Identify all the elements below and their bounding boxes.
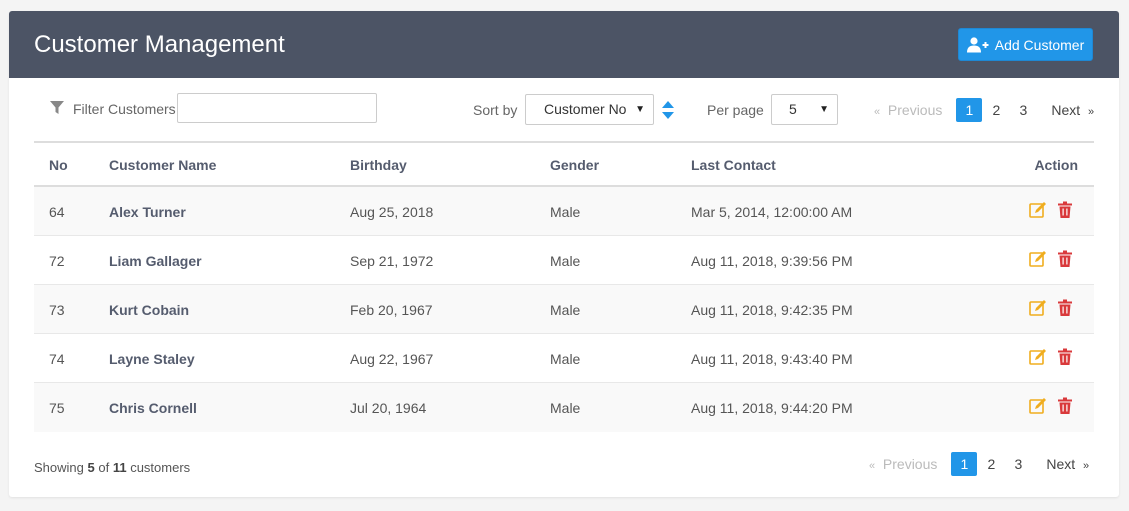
cell-no: 64 <box>49 204 65 220</box>
row-actions <box>1029 299 1074 317</box>
page-1-button[interactable]: 1 <box>956 98 983 122</box>
next-page-button[interactable]: Next » <box>1046 456 1089 472</box>
cell-name: Layne Staley <box>109 351 195 367</box>
trash-icon[interactable] <box>1056 397 1074 415</box>
sort-select-value: Customer No <box>544 101 627 117</box>
page-2-button[interactable]: 2 <box>983 98 1009 122</box>
cell-no: 73 <box>49 302 65 318</box>
column-header-gender[interactable]: Gender <box>550 157 599 173</box>
cell-name: Alex Turner <box>109 204 186 220</box>
add-customer-button[interactable]: Add Customer <box>958 28 1093 61</box>
page-title: Customer Management <box>34 31 285 58</box>
per-page-select[interactable]: 5 ▼ <box>771 94 838 125</box>
page-1-button[interactable]: 1 <box>951 452 978 476</box>
edit-icon[interactable] <box>1029 250 1047 268</box>
customer-table: No Customer Name Birthday Gender Last Co… <box>34 141 1094 432</box>
cell-name: Kurt Cobain <box>109 302 190 318</box>
per-page-label: Per page <box>707 102 764 118</box>
cell-birthday: Sep 21, 1972 <box>350 253 434 269</box>
table-row: 72 Liam Gallager Sep 21, 1972 Male Aug 1… <box>34 236 1094 285</box>
previous-page-button[interactable]: « Previous <box>869 456 937 472</box>
cell-birthday: Aug 25, 2018 <box>350 204 434 220</box>
trash-icon[interactable] <box>1056 299 1074 317</box>
filter-icon <box>50 101 64 114</box>
cell-no: 72 <box>49 253 65 269</box>
showing-count: Showing 5 of 11 customers <box>34 460 191 475</box>
cell-name: Chris Cornell <box>109 400 197 416</box>
cell-gender: Male <box>550 253 581 269</box>
pagination-bottom: « Previous 1 2 3 Next » <box>869 452 1089 476</box>
cell-birthday: Feb 20, 1967 <box>350 302 433 318</box>
toolbar: Filter Customers Sort by Customer No ▼ P… <box>9 78 1119 142</box>
cell-gender: Male <box>550 204 581 220</box>
trash-icon[interactable] <box>1056 250 1074 268</box>
row-actions <box>1029 201 1074 219</box>
table-row: 64 Alex Turner Aug 25, 2018 Male Mar 5, … <box>34 187 1094 236</box>
shown-count: 5 <box>87 460 95 475</box>
cell-name: Liam Gallager <box>109 253 202 269</box>
previous-page-button[interactable]: « Previous <box>874 102 942 118</box>
panel-header: Customer Management Add Customer <box>9 11 1119 78</box>
total-count: 11 <box>112 460 127 475</box>
sort-icon[interactable] <box>661 99 675 121</box>
table-header: No Customer Name Birthday Gender Last Co… <box>34 141 1094 187</box>
filter-label: Filter Customers <box>73 101 176 117</box>
customer-panel: Customer Management Add Customer Filter … <box>9 11 1119 497</box>
table-row: 74 Layne Staley Aug 22, 1967 Male Aug 11… <box>34 334 1094 383</box>
filter-input[interactable] <box>177 93 377 123</box>
cell-last-contact: Aug 11, 2018, 9:39:56 PM <box>691 253 853 269</box>
next-page-button[interactable]: Next » <box>1051 102 1094 118</box>
page-2-button[interactable]: 2 <box>978 452 1004 476</box>
table-row: 75 Chris Cornell Jul 20, 1964 Male Aug 1… <box>34 383 1094 432</box>
cell-gender: Male <box>550 400 581 416</box>
edit-icon[interactable] <box>1029 299 1047 317</box>
trash-icon[interactable] <box>1056 348 1074 366</box>
column-header-name[interactable]: Customer Name <box>109 157 216 173</box>
cell-no: 74 <box>49 351 65 367</box>
table-row: 73 Kurt Cobain Feb 20, 1967 Male Aug 11,… <box>34 285 1094 334</box>
per-page-value: 5 <box>789 101 797 117</box>
row-actions <box>1029 397 1074 415</box>
pagination-top: « Previous 1 2 3 Next » <box>874 98 1094 122</box>
cell-birthday: Jul 20, 1964 <box>350 400 427 416</box>
cell-no: 75 <box>49 400 65 416</box>
trash-icon[interactable] <box>1056 201 1074 219</box>
user-plus-icon <box>966 36 989 52</box>
cell-birthday: Aug 22, 1967 <box>350 351 434 367</box>
edit-icon[interactable] <box>1029 201 1047 219</box>
column-header-last-contact[interactable]: Last Contact <box>691 157 776 173</box>
sort-by-label: Sort by <box>473 102 518 118</box>
cell-gender: Male <box>550 302 581 318</box>
add-customer-label: Add Customer <box>994 36 1085 53</box>
column-header-birthday[interactable]: Birthday <box>350 157 407 173</box>
column-header-no[interactable]: No <box>49 157 68 173</box>
cell-last-contact: Mar 5, 2014, 12:00:00 AM <box>691 204 853 220</box>
sort-select[interactable]: Customer No ▼ <box>525 94 654 125</box>
cell-last-contact: Aug 11, 2018, 9:44:20 PM <box>691 400 853 416</box>
page-3-button[interactable]: 3 <box>1010 98 1036 122</box>
cell-last-contact: Aug 11, 2018, 9:43:40 PM <box>691 351 853 367</box>
row-actions <box>1029 348 1074 366</box>
edit-icon[interactable] <box>1029 348 1047 366</box>
column-header-action: Action <box>1034 157 1078 173</box>
caret-down-icon: ▼ <box>819 104 829 115</box>
edit-icon[interactable] <box>1029 397 1047 415</box>
cell-gender: Male <box>550 351 581 367</box>
caret-down-icon: ▼ <box>635 104 645 115</box>
row-actions <box>1029 250 1074 268</box>
cell-last-contact: Aug 11, 2018, 9:42:35 PM <box>691 302 853 318</box>
page-3-button[interactable]: 3 <box>1005 452 1031 476</box>
